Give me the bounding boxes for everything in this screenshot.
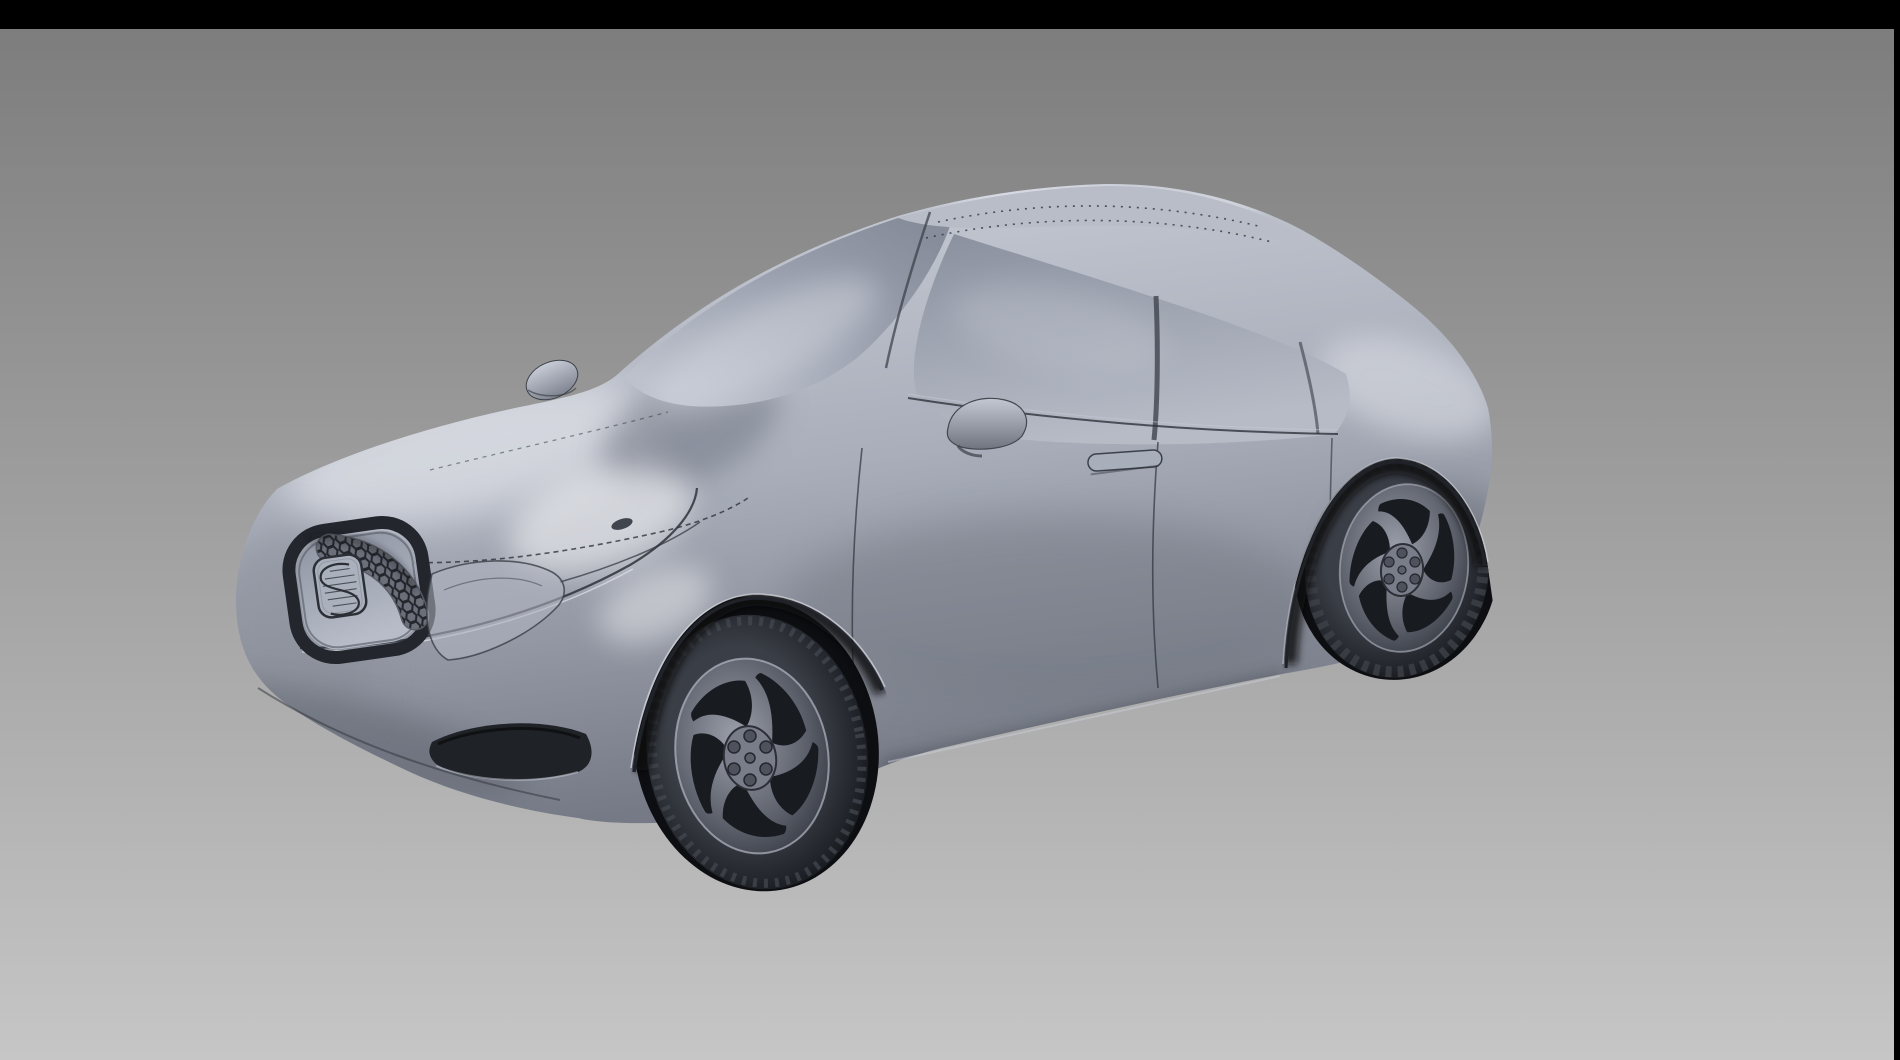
seat-badge	[312, 553, 368, 619]
viewport-canvas[interactable]	[0, 0, 1900, 1060]
app-window	[0, 0, 1900, 1060]
grille	[280, 514, 437, 666]
letterbox-top	[0, 0, 1900, 29]
letterbox-right	[1894, 0, 1900, 1060]
